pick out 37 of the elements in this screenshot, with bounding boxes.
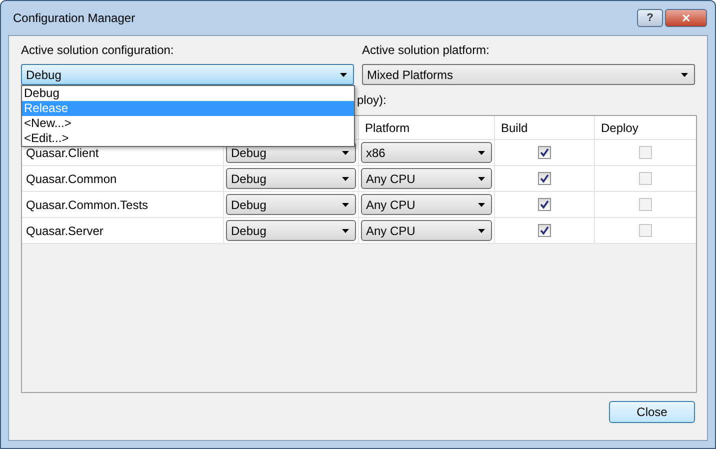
dropdown-option[interactable]: <New...> (22, 116, 354, 131)
caret-icon (478, 202, 485, 206)
column-header[interactable]: Build (495, 116, 595, 139)
close-dialog-button[interactable]: Close (609, 400, 695, 422)
platform-combo[interactable]: Any CPU (361, 194, 492, 215)
build-checkbox[interactable] (538, 172, 551, 185)
project-cell: Quasar.Server (22, 218, 224, 243)
caret-icon (342, 228, 349, 232)
platform-dropdown[interactable]: Mixed Platforms (362, 64, 695, 85)
caret-icon (478, 228, 485, 232)
caret-icon (340, 72, 347, 76)
project-cell: Quasar.Common.Tests (22, 192, 224, 217)
column-header[interactable]: Platform (359, 116, 495, 139)
caret-icon (342, 150, 349, 154)
configuration-combo[interactable]: Debug (226, 194, 356, 215)
configuration-combo[interactable]: Debug (226, 220, 356, 241)
help-button[interactable]: ? (637, 9, 663, 27)
caret-icon (478, 150, 485, 154)
platform-combo[interactable]: x86 (361, 142, 492, 163)
caret-icon (681, 72, 688, 76)
configuration-label: Active solution configuration: (21, 43, 175, 59)
configuration-dropdown[interactable]: Debug (21, 64, 354, 85)
build-checkbox[interactable] (538, 198, 551, 211)
platform-label: Active solution platform: (362, 43, 490, 59)
platform-combo[interactable]: Any CPU (361, 220, 492, 241)
build-checkbox[interactable] (538, 224, 551, 237)
configuration-combo[interactable]: Debug (226, 168, 356, 189)
caret-icon (478, 176, 485, 180)
dropdown-option[interactable]: Debug (22, 86, 354, 101)
window-title: Configuration Manager (13, 11, 136, 25)
caret-icon (342, 176, 349, 180)
platform-combo[interactable]: Any CPU (361, 168, 492, 189)
contexts-label: ploy): (357, 93, 386, 107)
build-checkbox[interactable] (538, 146, 551, 159)
project-cell: Quasar.Common (22, 166, 224, 191)
caret-icon (342, 202, 349, 206)
column-header[interactable]: Deploy (595, 116, 696, 139)
